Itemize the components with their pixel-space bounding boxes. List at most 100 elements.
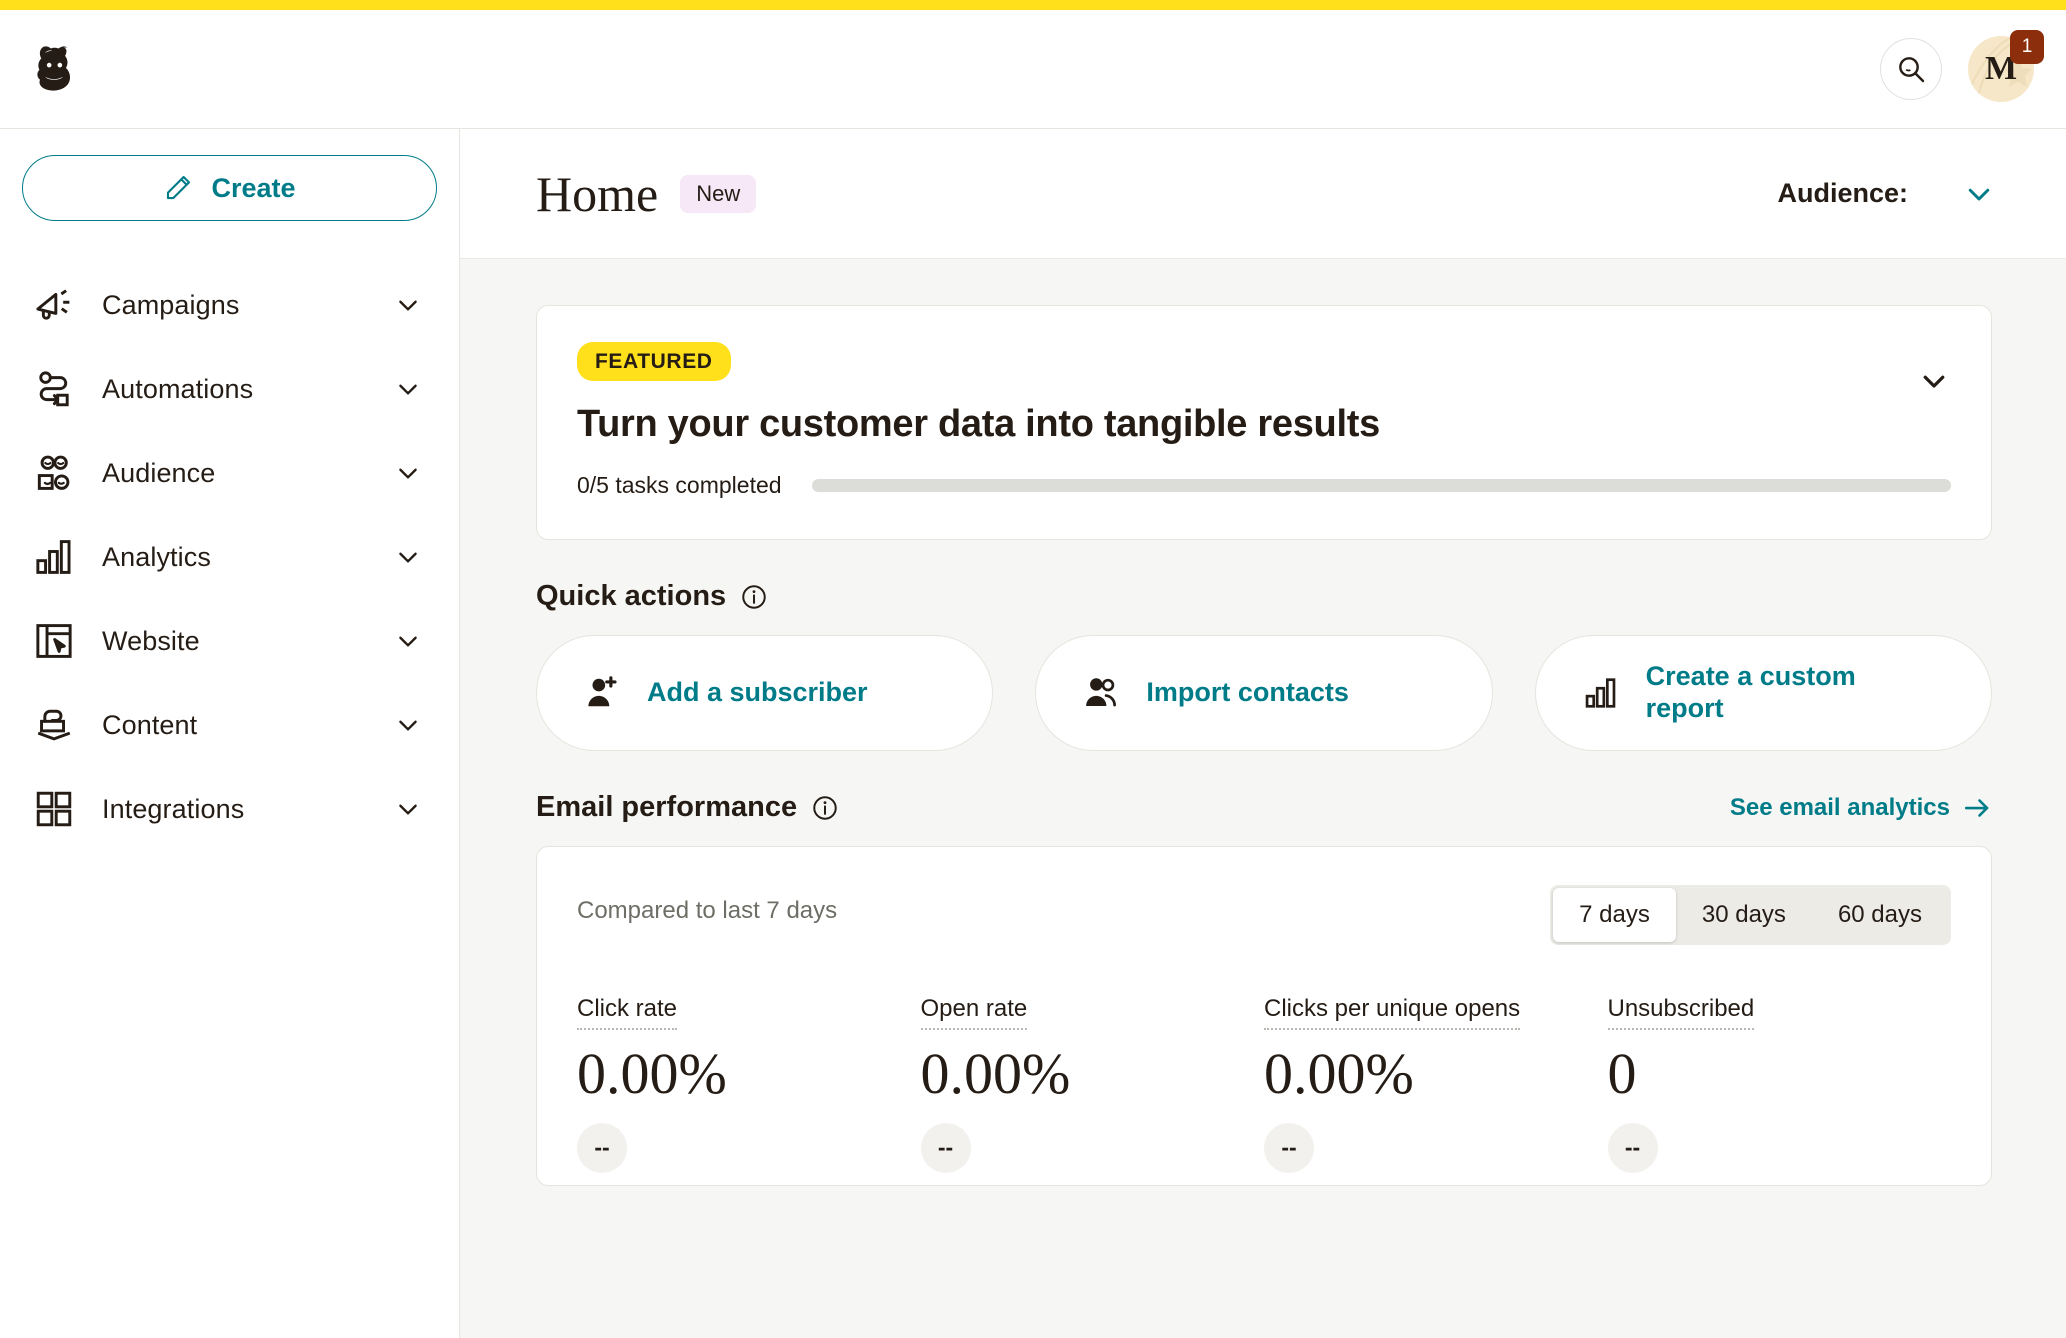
metric-label[interactable]: Open rate [920, 995, 1028, 1030]
email-performance-header: Email performance See email analytics [536, 791, 1992, 824]
metric-clicks-per-unique-opens: Clicks per unique opens 0.00% -- [1264, 995, 1608, 1173]
top-bar: M 1 [0, 10, 2066, 128]
chevron-down-icon [399, 300, 417, 311]
sidebar-item-audience[interactable]: Audience [22, 431, 437, 515]
quick-action-label: Add a subscriber [647, 677, 868, 708]
metric-label[interactable]: Clicks per unique opens [1264, 995, 1521, 1030]
sidebar-item-analytics[interactable]: Analytics [22, 515, 437, 599]
brand-color-strip [0, 0, 2066, 10]
metric-delta: -- [1607, 1122, 1658, 1173]
sidebar-item-label: Analytics [102, 541, 211, 572]
sidebar-item-website[interactable]: Website [22, 599, 437, 683]
sidebar-item-content[interactable]: Content [22, 683, 437, 767]
progress-bar [811, 479, 1951, 492]
people-group-icon [37, 455, 70, 490]
browser-cursor-icon [36, 624, 72, 658]
sidebar-item-label: Campaigns [102, 289, 240, 320]
chevron-down-icon [1968, 188, 1990, 200]
page-title: Home [536, 165, 659, 222]
chevron-down-icon [399, 804, 417, 815]
content-layers-icon [37, 709, 71, 741]
search-icon [1899, 57, 1925, 83]
page-header-left: Home New [536, 165, 757, 222]
compared-text: Compared to last 7 days [577, 897, 838, 924]
tasks-completed-text: 0/5 tasks completed [577, 472, 782, 498]
top-bar-actions: M 1 [1880, 30, 2044, 102]
featured-badge: FEATURED [577, 342, 731, 381]
search-button[interactable] [1880, 38, 1942, 100]
info-icon[interactable] [740, 583, 768, 611]
users-icon [1086, 678, 1117, 707]
metrics-row: Click rate 0.00% -- Open rate 0.00% -- C… [577, 995, 1951, 1173]
quick-action-add-subscriber[interactable]: Add a subscriber [536, 635, 994, 751]
info-icon[interactable] [811, 794, 839, 822]
sidebar: Create Campaigns Automations Audience An… [0, 128, 460, 1338]
metric-value: 0.00% [577, 1041, 727, 1106]
pencil-icon [167, 175, 191, 200]
date-range-60-days[interactable]: 60 days [1812, 888, 1948, 942]
email-performance-toolbar: Compared to last 7 days 7 days 30 days 6… [577, 885, 1951, 945]
quick-action-create-custom-report[interactable]: Create a custom report [1534, 635, 1992, 751]
featured-progress-row: 0/5 tasks completed [577, 472, 1951, 499]
chevron-down-icon [399, 552, 417, 563]
metric-open-rate: Open rate 0.00% -- [920, 995, 1265, 1173]
quick-actions-grid: Add a subscriber Import contacts Create … [536, 635, 1992, 751]
bar-chart-icon [36, 540, 71, 574]
chevron-down-icon [399, 720, 417, 731]
quick-action-label: Create a custom report [1645, 661, 1856, 723]
collapse-featured-button[interactable] [1919, 366, 1949, 396]
metric-unsubscribed: Unsubscribed 0 -- [1607, 995, 1952, 1173]
metric-label[interactable]: Click rate [577, 995, 678, 1030]
date-range-30-days[interactable]: 30 days [1676, 888, 1812, 942]
quick-action-import-contacts[interactable]: Import contacts [1035, 635, 1493, 751]
bar-chart-icon [1585, 678, 1615, 708]
notification-badge[interactable]: 1 [2010, 30, 2044, 64]
see-email-analytics-label: See email analytics [1729, 793, 1950, 821]
featured-card: FEATURED Turn your customer data into ta… [536, 305, 1992, 540]
metric-value: 0 [1607, 1041, 1637, 1106]
metric-delta: -- [1264, 1122, 1314, 1173]
megaphone-icon [36, 289, 70, 320]
metric-click-rate: Click rate 0.00% -- [577, 995, 921, 1173]
chevron-down-icon [1923, 375, 1945, 388]
audience-selector[interactable]: Audience: [1777, 178, 1994, 209]
app-shell: Create Campaigns Automations Audience An… [0, 128, 2066, 1338]
email-performance-card: Compared to last 7 days 7 days 30 days 6… [536, 846, 1992, 1186]
sidebar-item-integrations[interactable]: Integrations [22, 767, 437, 851]
metric-value: 0.00% [1264, 1041, 1414, 1106]
new-badge: New [680, 174, 757, 213]
mailchimp-freddie-logo[interactable] [24, 38, 86, 100]
sidebar-item-campaigns[interactable]: Campaigns [22, 263, 437, 347]
audience-selector-label: Audience: [1777, 178, 1908, 208]
sidebar-item-label: Integrations [102, 793, 245, 824]
chevron-down-icon [399, 468, 417, 479]
sidebar-item-label: Automations [102, 373, 254, 404]
date-range-segmented-control: 7 days 30 days 60 days [1550, 885, 1951, 945]
email-performance-title: Email performance [536, 791, 798, 823]
create-button[interactable]: Create [22, 155, 437, 221]
account-menu[interactable]: M 1 [1968, 30, 2044, 102]
date-range-7-days[interactable]: 7 days [1553, 888, 1676, 942]
metric-label[interactable]: Unsubscribed [1607, 995, 1755, 1030]
user-plus-icon [588, 676, 617, 707]
automation-path-icon [39, 371, 69, 407]
quick-actions-header: Quick actions [536, 580, 1992, 613]
quick-action-label: Import contacts [1146, 677, 1349, 708]
see-email-analytics-link[interactable]: See email analytics [1730, 793, 1992, 823]
chevron-down-icon [399, 384, 417, 395]
chevron-down-icon [399, 636, 417, 647]
page-header: Home New Audience: [460, 129, 2066, 259]
sidebar-nav: Campaigns Automations Audience Analytics… [22, 263, 437, 851]
metric-delta: -- [920, 1122, 971, 1173]
featured-title: Turn your customer data into tangible re… [577, 403, 1380, 445]
freddie-glyph [37, 46, 71, 91]
grid-squares-icon [36, 791, 72, 827]
main-content: Home New Audience: FEATURED Turn your cu… [460, 128, 2066, 1338]
sidebar-item-automations[interactable]: Automations [22, 347, 437, 431]
arrow-right-icon [1964, 798, 1989, 817]
sidebar-item-label: Website [102, 625, 200, 656]
sidebar-item-label: Content [102, 709, 198, 740]
metric-value: 0.00% [920, 1041, 1071, 1106]
quick-actions-header-left: Quick actions [536, 580, 768, 613]
dashboard-content: FEATURED Turn your customer data into ta… [460, 259, 2066, 1338]
